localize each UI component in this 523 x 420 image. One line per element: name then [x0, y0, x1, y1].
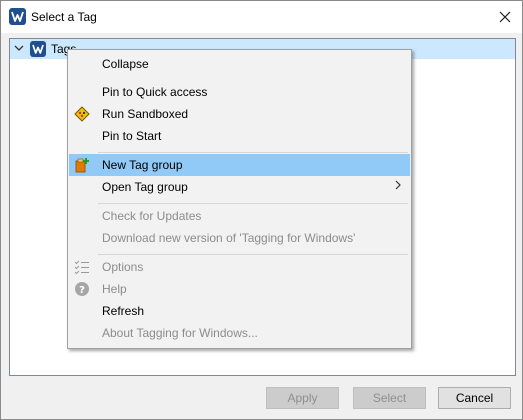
menu-item-collapse[interactable]: Collapse: [69, 53, 410, 75]
menu-item-pin-quick-access[interactable]: Pin to Quick access: [69, 81, 410, 103]
tagging-logo-icon: [30, 41, 46, 57]
menu-item-download-new-version: Download new version of 'Tagging for Win…: [69, 227, 410, 249]
menu-separator: [98, 152, 408, 153]
new-tag-group-icon: [75, 158, 89, 173]
window-title: Select a Tag: [31, 10, 97, 24]
menu-item-pin-start[interactable]: Pin to Start: [69, 125, 410, 147]
menu-item-label: Options: [102, 260, 144, 274]
menu-separator: [98, 203, 408, 204]
menu-item-label: Download new version of 'Tagging for Win…: [102, 231, 356, 245]
menu-item-label: About Tagging for Windows...: [102, 326, 258, 340]
cancel-button[interactable]: Cancel: [438, 387, 511, 409]
menu-item-label: Pin to Start: [102, 129, 162, 143]
options-list-icon: [74, 260, 89, 275]
apply-button[interactable]: Apply: [266, 387, 339, 409]
title-bar: Select a Tag: [1, 1, 522, 33]
menu-item-open-tag-group[interactable]: Open Tag group: [69, 176, 410, 198]
menu-item-options: Options: [69, 256, 410, 278]
menu-item-label: Refresh: [102, 304, 145, 318]
close-button[interactable]: [488, 1, 522, 33]
sandbox-icon: [74, 106, 90, 122]
select-tag-dialog: Select a Tag Tags Collapse Pin to Quick …: [0, 0, 523, 420]
menu-separator: [98, 254, 408, 255]
menu-item-label: Check for Updates: [102, 209, 202, 223]
menu-item-check-updates: Check for Updates: [69, 205, 410, 227]
help-icon: ?: [75, 282, 89, 296]
menu-item-label: Run Sandboxed: [102, 107, 189, 121]
tagging-logo-icon: [9, 8, 26, 25]
menu-item-label: New Tag group: [102, 158, 183, 172]
menu-item-label: Help: [102, 282, 127, 296]
chevron-down-icon[interactable]: [14, 42, 24, 54]
menu-item-label: Collapse: [102, 57, 149, 71]
menu-item-label: Open Tag group: [102, 180, 188, 194]
menu-item-run-sandboxed[interactable]: Run Sandboxed: [69, 103, 410, 125]
close-icon: [499, 11, 511, 23]
menu-item-new-tag-group[interactable]: New Tag group: [69, 154, 410, 176]
menu-item-about: About Tagging for Windows...: [69, 322, 410, 344]
select-button[interactable]: Select: [353, 387, 426, 409]
chevron-right-icon: [395, 180, 401, 190]
menu-item-help: ? Help: [69, 278, 410, 300]
menu-item-label: Pin to Quick access: [102, 85, 208, 99]
context-menu: Collapse Pin to Quick access Run Sandbox…: [67, 49, 412, 349]
menu-item-refresh[interactable]: Refresh: [69, 300, 410, 322]
svg-text:?: ?: [79, 285, 85, 296]
